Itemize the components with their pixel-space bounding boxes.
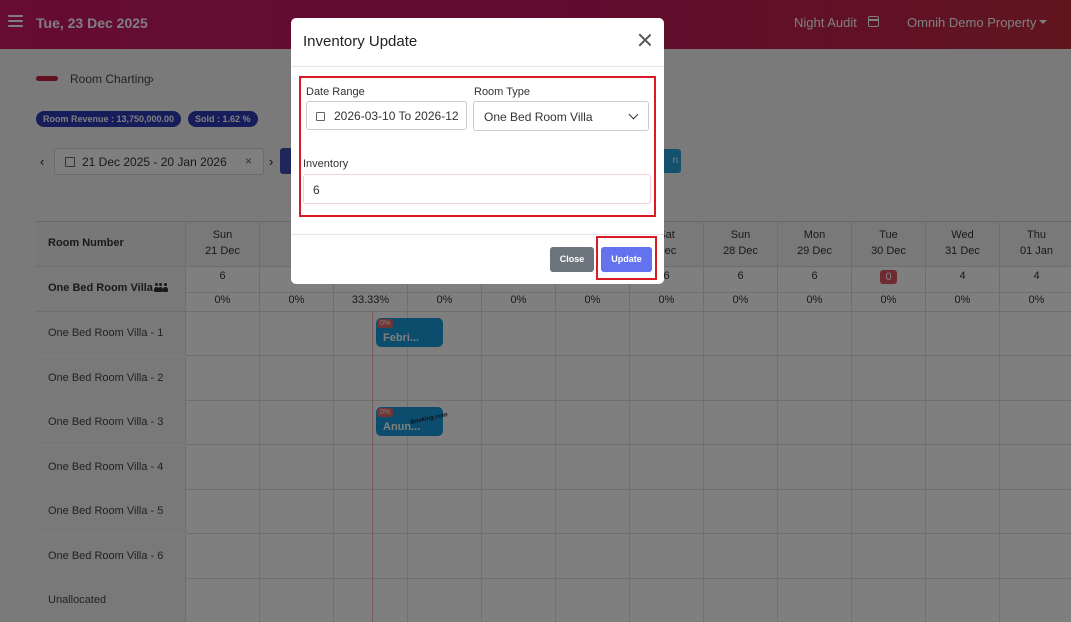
date-range-label: Date Range bbox=[306, 86, 365, 98]
update-button[interactable]: Update bbox=[601, 247, 652, 272]
date-range-value: 2026-03-10 To 2026-12 bbox=[334, 109, 459, 123]
calendar-icon bbox=[316, 112, 325, 121]
room-type-value: One Bed Room Villa bbox=[484, 110, 593, 124]
divider bbox=[291, 66, 664, 67]
close-button[interactable]: Close bbox=[550, 247, 594, 272]
inventory-value: 6 bbox=[313, 183, 320, 197]
divider bbox=[291, 234, 664, 235]
date-range-input[interactable]: 2026-03-10 To 2026-12 bbox=[306, 101, 467, 130]
inventory-input[interactable]: 6 bbox=[303, 174, 651, 204]
close-icon[interactable] bbox=[638, 33, 652, 47]
inventory-update-modal: Inventory Update Date Range Room Type 20… bbox=[291, 18, 664, 284]
room-type-label: Room Type bbox=[474, 86, 531, 98]
inventory-label: Inventory bbox=[303, 158, 349, 170]
chevron-down-icon bbox=[628, 109, 639, 120]
modal-title: Inventory Update bbox=[303, 33, 418, 50]
room-type-select[interactable]: One Bed Room Villa bbox=[473, 101, 649, 131]
